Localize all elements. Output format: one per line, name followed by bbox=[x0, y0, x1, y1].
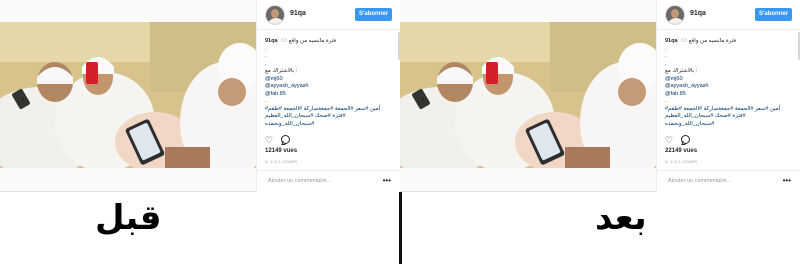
caption-time: 03 bbox=[281, 38, 288, 44]
post-photo-image bbox=[0, 22, 256, 168]
caption-dot: . bbox=[665, 53, 667, 59]
post-caption: 91qa فترة مانسيه من واقع 03 . . . بالاشت… bbox=[665, 38, 793, 128]
username-link[interactable]: 91qa bbox=[290, 10, 306, 17]
follow-button[interactable]: S'abonner bbox=[355, 8, 392, 21]
mention-link[interactable]: @mj60 bbox=[665, 76, 793, 84]
caption-header: 91qa فترة مانسيه من واقع 03 bbox=[665, 38, 793, 46]
caption-dot: . bbox=[665, 45, 667, 52]
mention-link[interactable]: @ayyash_ayyash bbox=[265, 83, 393, 91]
instagram-post-after: 91qa S'abonner 91qa فترة مانسيه من واقع … bbox=[400, 0, 800, 192]
mention-link[interactable]: @ayyash_ayyash bbox=[665, 83, 793, 91]
post-header: 91qa S'abonner bbox=[257, 0, 401, 30]
before-label: قبل bbox=[95, 198, 162, 238]
add-comment-bar: Ajouter un commentaire... ••• bbox=[657, 170, 800, 192]
hashtag-line[interactable]: أمين #سعر #الجمعة #جمعةمباركة #الجمعة #ط… bbox=[265, 106, 393, 114]
comment-input[interactable]: Ajouter un commentaire... bbox=[268, 178, 331, 184]
caption-username[interactable]: 91qa bbox=[665, 38, 678, 44]
caption-dot: . bbox=[665, 60, 667, 67]
username-link[interactable]: 91qa bbox=[690, 10, 706, 17]
caption-text: فترة مانسيه من واقع bbox=[688, 38, 737, 44]
comment-icon[interactable] bbox=[281, 135, 290, 144]
hashtag-line[interactable]: #فترة #ضحك #سبحان_الله_العظيم #سبحان_الل… bbox=[665, 113, 793, 128]
mention-link[interactable]: @fah.85 bbox=[665, 91, 793, 99]
mention-link[interactable]: @mj60 bbox=[265, 76, 393, 84]
comment-icon[interactable] bbox=[681, 135, 690, 144]
avatar[interactable] bbox=[265, 5, 285, 25]
caption-time: 03 bbox=[681, 38, 688, 44]
comparison-divider bbox=[399, 192, 402, 264]
caption-share-line: بالاشتراك مع : bbox=[265, 68, 298, 74]
add-comment-bar: Ajouter un commentaire... ••• bbox=[257, 170, 401, 192]
comment-input[interactable]: Ajouter un commentaire... bbox=[668, 178, 731, 184]
views-count: 22149 vues bbox=[665, 148, 698, 154]
caption-dot: . bbox=[265, 53, 267, 59]
post-sidebar: 91qa S'abonner 91qa فترة مانسيه من واقع … bbox=[656, 0, 800, 192]
heart-icon[interactable]: ♡ bbox=[265, 135, 273, 145]
caption-username[interactable]: 91qa bbox=[265, 38, 278, 44]
more-options-icon[interactable]: ••• bbox=[383, 176, 391, 185]
post-sidebar: 91qa S'abonner 91qa فترة مانسيه من واقع … bbox=[256, 0, 401, 192]
post-caption: 91qa فترة مانسيه من واقع 03 . . . بالاشت… bbox=[265, 38, 393, 128]
post-photo[interactable] bbox=[400, 22, 656, 168]
post-timestamp: IL Y A 1 JOURS bbox=[665, 159, 698, 164]
caption-header: 91qa فترة مانسيه من واقع 03 bbox=[265, 38, 393, 46]
caption-dot: . bbox=[265, 98, 267, 104]
post-photo[interactable] bbox=[0, 22, 256, 168]
more-options-icon[interactable]: ••• bbox=[783, 176, 791, 185]
post-header: 91qa S'abonner bbox=[657, 0, 800, 30]
heart-icon[interactable]: ♡ bbox=[665, 135, 673, 145]
instagram-post-before: 91qa S'abonner 91qa فترة مانسيه من واقع … bbox=[0, 0, 401, 192]
after-label: بعد bbox=[595, 198, 647, 238]
avatar[interactable] bbox=[665, 5, 685, 25]
follow-button[interactable]: S'abonner bbox=[755, 8, 792, 21]
caption-dot: . bbox=[265, 60, 267, 67]
caption-text: فترة مانسيه من واقع bbox=[288, 38, 337, 44]
post-photo-image bbox=[400, 22, 656, 168]
caption-dot: . bbox=[265, 45, 267, 52]
mention-link[interactable]: @fah.85 bbox=[265, 91, 393, 99]
caption-dot: . bbox=[665, 98, 667, 104]
post-timestamp: IL Y A 1 JOURS bbox=[265, 159, 298, 164]
comparison-stage: 91qa S'abonner 91qa فترة مانسيه من واقع … bbox=[0, 0, 800, 264]
hashtag-line[interactable]: أمين #سعر #الجمعة #جمعةمباركة #الجمعة #ط… bbox=[665, 106, 793, 114]
caption-share-line: بالاشتراك مع : bbox=[665, 68, 698, 74]
views-count: 12149 vues bbox=[265, 148, 298, 154]
hashtag-line[interactable]: #فترة #ضحك #سبحان_الله_العظيم #سبحان_الل… bbox=[265, 113, 393, 128]
